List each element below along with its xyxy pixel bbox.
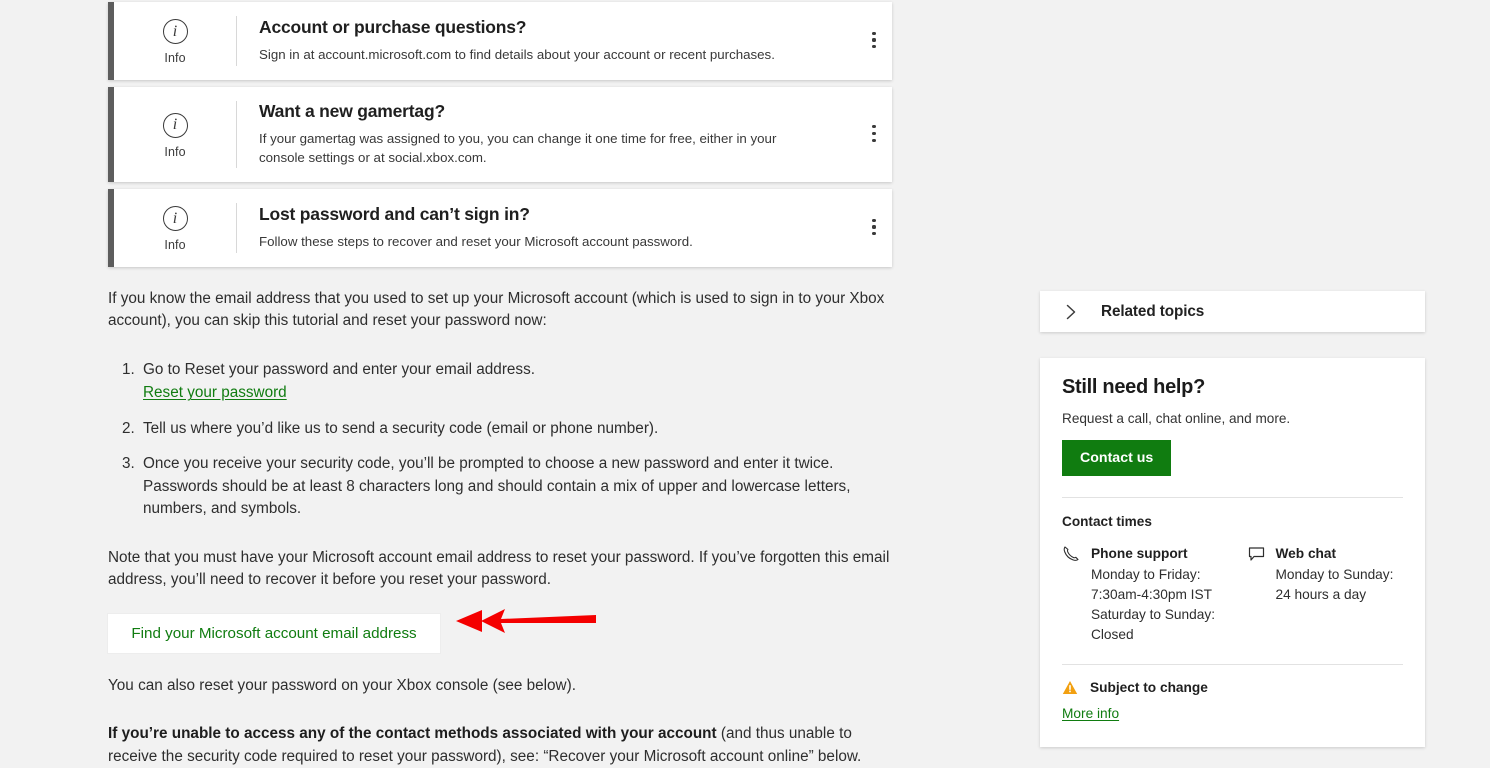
console-note-paragraph: You can also reset your password on your… — [108, 676, 576, 694]
phone-support-column: Phone support Monday to Friday: 7:30am-4… — [1062, 545, 1233, 646]
card-title: Want a new gamertag? — [259, 101, 445, 122]
contact-us-button[interactable]: Contact us — [1062, 440, 1172, 476]
hours-line: Saturday to Sunday: — [1091, 607, 1216, 623]
help-title: Still need help? — [1062, 376, 1205, 398]
steps-list: Go to Reset your password and enter your… — [108, 359, 898, 521]
card-icon-column: i Info — [114, 2, 236, 80]
card-description: Sign in at account.microsoft.com to find… — [259, 47, 775, 63]
card-title: Account or purchase questions? — [259, 17, 527, 38]
phone-support-row: Phone support — [1062, 545, 1233, 562]
card-description: If your gamertag was assigned to you, yo… — [259, 131, 777, 166]
card-kind-label: Info — [164, 144, 186, 159]
article-content: If you know the email address that you u… — [108, 288, 898, 768]
reset-password-link[interactable]: Reset your password — [143, 382, 287, 404]
divider — [1062, 497, 1403, 498]
intro-paragraph: If you know the email address that you u… — [108, 290, 885, 330]
subject-to-change-row: Subject to change — [1062, 680, 1403, 695]
hours-line: 7:30am-4:30pm IST — [1091, 587, 1212, 603]
list-item: Go to Reset your password and enter your… — [108, 359, 898, 405]
page-root: i Info Account or purchase questions? Si… — [0, 0, 1490, 768]
more-info-link[interactable]: More info — [1062, 706, 1119, 721]
info-card[interactable]: i Info Account or purchase questions? Si… — [108, 2, 892, 80]
unable-access-paragraph: If you’re unable to access any of the co… — [108, 723, 898, 768]
kebab-menu-icon[interactable] — [856, 2, 892, 80]
info-circle-icon: i — [162, 112, 188, 138]
phone-support-label: Phone support — [1091, 546, 1188, 561]
help-subtitle: Request a call, chat online, and more. — [1062, 411, 1291, 426]
web-chat-label: Web chat — [1275, 546, 1337, 561]
hours-line: Monday to Friday: — [1091, 567, 1201, 582]
contact-times-heading: Contact times — [1062, 514, 1152, 529]
card-kind-label: Info — [164, 238, 186, 252]
list-item: Once you receive your security code, you… — [122, 453, 851, 518]
info-circle-icon: i — [162, 206, 188, 231]
contact-times-grid: Phone support Monday to Friday: 7:30am-4… — [1062, 545, 1403, 646]
hours-line: 24 hours a day — [1275, 587, 1367, 603]
web-chat-hours: Monday to Sunday: 24 hours a day — [1276, 565, 1404, 605]
hours-line: Monday to Sunday: — [1275, 567, 1394, 582]
card-description: Follow these steps to recover and reset … — [259, 234, 693, 250]
card-body: Account or purchase questions? Sign in a… — [237, 2, 856, 80]
related-topics-label: Related topics — [1101, 302, 1205, 320]
list-item: Tell us where you’d like us to send a se… — [122, 418, 659, 441]
info-card[interactable]: i Info Want a new gamertag? If your game… — [108, 87, 892, 182]
chat-bubble-icon — [1248, 547, 1264, 561]
find-email-address-button[interactable]: Find your Microsoft account email addres… — [108, 613, 440, 653]
phone-support-hours: Monday to Friday: 7:30am-4:30pm IST Satu… — [1091, 565, 1233, 646]
card-kind-label: Info — [164, 51, 186, 65]
chevron-right-icon — [1066, 304, 1076, 319]
note-paragraph: Note that you must have your Microsoft a… — [108, 548, 890, 589]
card-icon-column: i Info — [114, 87, 236, 182]
card-icon-column: i Info — [114, 189, 236, 267]
step-1-text: Go to Reset your password and enter your… — [143, 360, 535, 378]
phone-icon — [1063, 546, 1079, 561]
hours-line: Closed — [1091, 627, 1134, 643]
card-title: Lost password and can’t sign in? — [259, 204, 530, 225]
still-need-help-panel: Still need help? Request a call, chat on… — [1040, 358, 1425, 747]
subject-to-change-label: Subject to change — [1090, 679, 1208, 695]
unable-access-lead: If you’re unable to access any of the co… — [108, 725, 717, 743]
web-chat-column: Web chat Monday to Sunday: 24 hours a da… — [1233, 545, 1404, 646]
info-card[interactable]: i Info Lost password and can’t sign in? … — [108, 189, 892, 267]
card-body: Lost password and can’t sign in? Follow … — [237, 189, 856, 267]
kebab-menu-icon[interactable] — [856, 189, 892, 267]
card-body: Want a new gamertag? If your gamertag wa… — [237, 87, 856, 182]
web-chat-row: Web chat — [1247, 545, 1404, 562]
warning-triangle-icon — [1062, 680, 1078, 694]
related-topics-panel[interactable]: Related topics — [1040, 291, 1425, 332]
info-circle-icon: i — [162, 19, 188, 44]
divider — [1062, 663, 1403, 665]
kebab-menu-icon[interactable] — [856, 87, 892, 182]
